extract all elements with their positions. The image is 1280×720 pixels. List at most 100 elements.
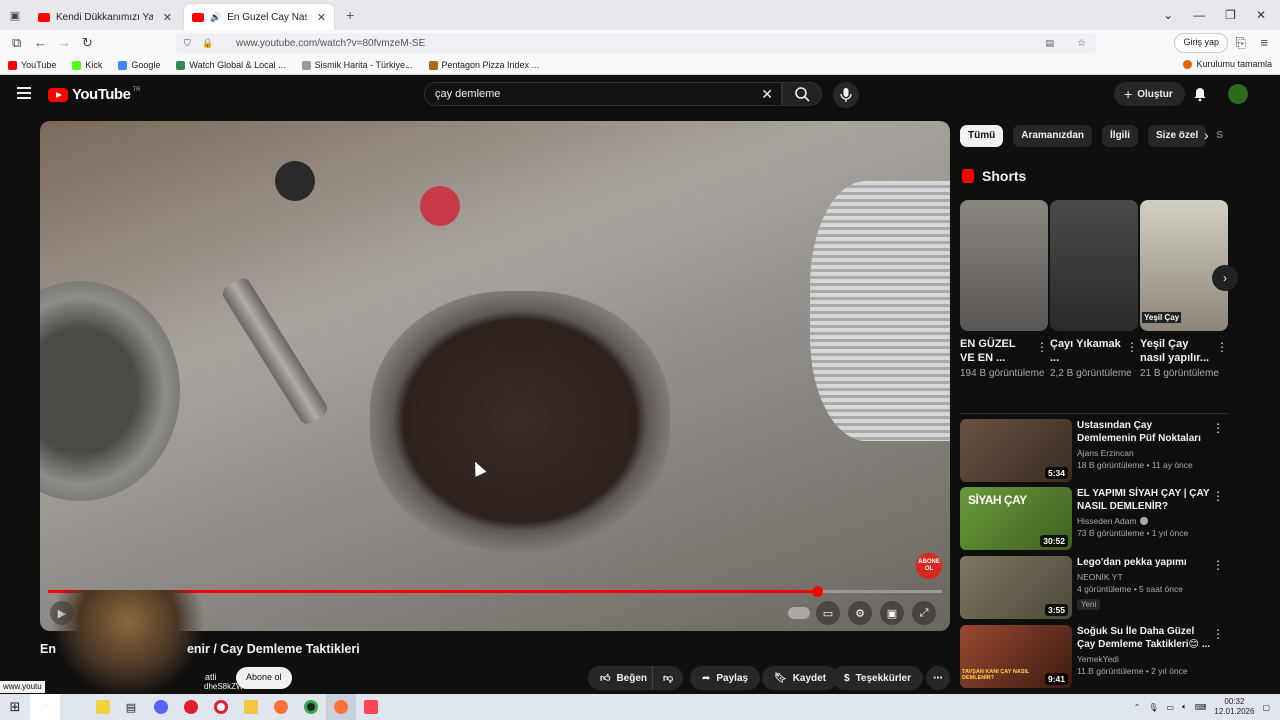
minimize-icon[interactable]: — (1193, 8, 1205, 22)
address-bar[interactable]: ⛉ 🔒 www.youtube.com/watch?v=80fvmzeM-SE … (176, 33, 1096, 53)
chip-all[interactable]: Tümü (960, 125, 1004, 147)
tab-overflow-icon[interactable]: ⌄ (1163, 8, 1173, 22)
firefox-active-icon[interactable] (326, 694, 356, 720)
chrome-icon[interactable] (296, 694, 326, 720)
sidebar-toggle-icon[interactable]: ⧉ (12, 35, 21, 51)
recommendation-thumbnail[interactable]: 3:55 (960, 556, 1072, 619)
close-tab-icon[interactable]: ✕ (317, 11, 326, 24)
notifications-bell-icon[interactable] (1192, 86, 1208, 107)
chip-related[interactable]: İlgili (1102, 125, 1139, 147)
autoplay-toggle[interactable] (788, 607, 810, 619)
reader-icon[interactable]: ▤ (1045, 38, 1054, 49)
short-card[interactable]: Yeşil Çay Yeşil Çay nasıl yapılır... 21 … (1140, 200, 1228, 380)
discord-icon[interactable] (146, 694, 176, 720)
settings-gear-icon[interactable]: ⚙ (848, 601, 872, 625)
short-title[interactable]: Çayı Yıkamak ... (1050, 337, 1122, 365)
like-button[interactable]: 👍︎ Beğen (588, 666, 660, 690)
thanks-button[interactable]: $ Teşekkürler (832, 666, 923, 690)
recommendation-item[interactable]: 5:34 Ustasından Çay Demlemenin Püf Nokta… (960, 419, 1230, 483)
short-thumbnail[interactable] (960, 200, 1048, 331)
chip-more[interactable]: S (1216, 125, 1230, 147)
more-vert-icon[interactable]: ⋮ (1212, 489, 1224, 503)
channel-name-fragment[interactable]: atli (205, 672, 217, 682)
firefox-icon[interactable] (266, 694, 296, 720)
fullscreen-icon[interactable]: ⤢ (912, 601, 936, 625)
speaker-icon[interactable]: 🔊 (210, 12, 221, 23)
more-vert-icon[interactable]: ⋮ (1036, 340, 1048, 354)
chip-for-you[interactable]: Size özel (1148, 125, 1207, 147)
search-button[interactable] (782, 82, 822, 106)
recommendation-thumbnail[interactable]: 5:34 (960, 419, 1072, 482)
bookmark-google[interactable]: Google (118, 60, 160, 70)
more-vert-icon[interactable]: ⋮ (1212, 421, 1224, 435)
bookmark-watch-global[interactable]: Watch Global & Local ... (176, 60, 286, 70)
bookmark-star-icon[interactable]: ☆ (1077, 38, 1086, 49)
notification-center-icon[interactable]: ▢ (1262, 703, 1270, 712)
more-actions-button[interactable]: ⋯ (926, 666, 950, 690)
captions-icon[interactable]: ▭ (816, 601, 840, 625)
youtube-logo[interactable]: YouTube TR (48, 86, 140, 103)
menu-icon[interactable]: ≡ (1260, 35, 1268, 50)
microphone-tray-icon[interactable]: 🎙︎ (1148, 703, 1158, 712)
short-title[interactable]: Yeşil Çay nasıl yapılır... (1140, 337, 1212, 365)
dislike-button[interactable]: 👎︎ (652, 666, 684, 690)
system-clock[interactable]: 00:32 12.01.2026 (1214, 697, 1254, 717)
valorant-icon[interactable] (356, 694, 386, 720)
clear-search-icon[interactable]: ✕ (761, 86, 773, 103)
shorts-next-button[interactable]: › (1212, 265, 1238, 291)
theater-mode-icon[interactable]: ▣ (880, 601, 904, 625)
more-vert-icon[interactable]: ⋮ (1126, 340, 1138, 354)
short-thumbnail[interactable] (1050, 200, 1138, 331)
more-vert-icon[interactable]: ⋮ (1212, 627, 1224, 641)
close-tab-icon[interactable]: ✕ (163, 11, 172, 24)
taskbar-search-icon[interactable]: ⌕ (30, 694, 60, 720)
new-tab-button[interactable]: + (346, 7, 354, 23)
user-avatar[interactable] (1228, 84, 1248, 104)
tab-list-icon[interactable]: ▣ (0, 9, 30, 22)
create-button[interactable]: + Oluştur (1114, 82, 1185, 106)
task-view-icon[interactable]: ▤ (116, 694, 146, 720)
video-player[interactable]: ABONE OL ▶ ◐ 0 ▭ ⚙ ▣ ⤢ (40, 121, 950, 631)
bookmark-youtube[interactable]: YouTube (8, 60, 56, 70)
tray-overflow-icon[interactable]: ⌃ (1134, 703, 1141, 712)
more-vert-icon[interactable]: ⋮ (1216, 340, 1228, 354)
browser-tab[interactable]: Kendi Dükkanımızı Yaptık | Hara ✕ (30, 4, 180, 30)
recommendation-thumbnail[interactable]: TAVŞAN KANI ÇAY NASIL DEMLENİR? 9:41 (960, 625, 1072, 688)
file-explorer-icon[interactable] (236, 694, 266, 720)
recommendation-title[interactable]: EL YAPIMI SİYAH ÇAY | ÇAY NASIL DEMLENİR… (1077, 487, 1213, 513)
opera-icon[interactable] (206, 694, 236, 720)
forward-icon[interactable]: → (58, 35, 71, 50)
recommendation-title[interactable]: Soğuk Su İle Daha Güzel Çay Demleme Takt… (1077, 625, 1213, 651)
recommendation-item[interactable]: SİYAH ÇAY 30:52 EL YAPIMI SİYAH ÇAY | ÇA… (960, 487, 1230, 551)
back-icon[interactable]: ← (34, 35, 47, 50)
windows-start-icon[interactable]: ⊞ (0, 694, 30, 720)
recommendation-channel[interactable]: Hisseden Adam (1077, 516, 1213, 526)
browser-tab-active[interactable]: 🔊 En Guzel Cay Nasil Demlen ✕ (184, 4, 334, 30)
extensions-icon[interactable]: ⎘ (1236, 35, 1246, 51)
short-title[interactable]: EN GÜZEL VE EN ... (960, 337, 1032, 365)
search-input[interactable]: çay demleme ✕ (424, 82, 782, 106)
subscribe-watermark[interactable]: ABONE OL (916, 553, 942, 579)
chip-from-search[interactable]: Aramanızdan (1013, 125, 1093, 147)
volume-tray-icon[interactable]: 🔈︎ (1182, 702, 1187, 712)
taskbar-app-yellow-icon[interactable] (90, 694, 116, 720)
recommendation-item[interactable]: 3:55 Lego'dan pekka yapımı NEONİK YT 4 g… (960, 556, 1230, 620)
bookmark-pentagon-pizza[interactable]: Pentagon Pizza Index ... (428, 60, 539, 70)
recommendation-channel[interactable]: Ajans Erzincan (1077, 448, 1213, 458)
share-button[interactable]: ➦ Paylaş (690, 666, 761, 690)
short-card[interactable]: Çayı Yıkamak ... 2,2 B görüntüleme ⋮ (1050, 200, 1138, 380)
recommendation-channel[interactable]: YemekYedi (1077, 654, 1213, 664)
bookmark-sismik-harita[interactable]: Sismik Harita - Türkiye... (301, 60, 413, 70)
chevron-right-icon[interactable]: › (1204, 127, 1209, 143)
recommendation-item[interactable]: TAVŞAN KANI ÇAY NASIL DEMLENİR? 9:41 Soğ… (960, 625, 1230, 689)
recommendation-title[interactable]: Ustasından Çay Demlemenin Püf Noktaları (1077, 419, 1213, 445)
bookmark-kick[interactable]: Kick (72, 60, 102, 70)
hamburger-menu-icon[interactable] (17, 87, 31, 99)
save-button[interactable]: 🔖︎ Kaydet (762, 666, 839, 690)
reload-icon[interactable]: ↻ (82, 35, 93, 51)
recommendation-title[interactable]: Lego'dan pekka yapımı (1077, 556, 1213, 569)
short-card[interactable]: EN GÜZEL VE EN ... 194 B görüntüleme ⋮ (960, 200, 1048, 380)
recommendation-thumbnail[interactable]: SİYAH ÇAY 30:52 (960, 487, 1072, 550)
voice-search-button[interactable] (833, 82, 859, 108)
close-window-icon[interactable]: ✕ (1256, 8, 1266, 22)
